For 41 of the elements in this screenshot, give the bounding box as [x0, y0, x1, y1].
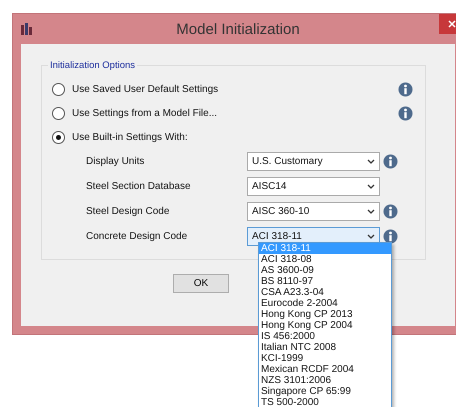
- dropdown-item[interactable]: Hong Kong CP 2004: [259, 320, 391, 331]
- dropdown-item[interactable]: KCI-1999: [259, 353, 391, 364]
- info-icon[interactable]: [398, 106, 413, 120]
- dropdown-item[interactable]: BS 8110-97: [259, 276, 391, 287]
- dropdown-item[interactable]: Italian NTC 2008: [259, 342, 391, 353]
- radio-button[interactable]: [52, 106, 65, 120]
- caret-icon: [367, 234, 375, 239]
- window-title: Model Initialization: [175, 20, 301, 38]
- dropdown-item[interactable]: Singapore CP 65:99: [259, 386, 391, 397]
- dropdown-item[interactable]: TS 500-2000: [259, 397, 391, 407]
- setting-label: Steel Design Code: [86, 206, 170, 217]
- radio-button[interactable]: [52, 130, 65, 144]
- option-label: Use Saved User Default Settings: [72, 84, 220, 94]
- info-icon[interactable]: [383, 154, 398, 169]
- info-icon[interactable]: [398, 82, 413, 96]
- setting-label: Display Units: [86, 156, 146, 167]
- info-icon[interactable]: [383, 204, 398, 219]
- radio-button[interactable]: [52, 82, 65, 96]
- dropdown-field[interactable]: U.S. Customary: [247, 152, 380, 171]
- dropdown-field[interactable]: AISC 360-10: [247, 202, 380, 221]
- setting-label: Concrete Design Code: [86, 231, 188, 242]
- close-icon: [448, 20, 456, 28]
- dropdown-item[interactable]: Eurocode 2-2004: [259, 298, 391, 309]
- caret-icon: [367, 209, 375, 214]
- dropdown-field[interactable]: AISC14: [247, 177, 380, 196]
- dropdown-item[interactable]: AS 3600-09: [259, 265, 391, 276]
- setting-label: Steel Section Database: [86, 181, 192, 192]
- info-icon[interactable]: [383, 229, 398, 244]
- caret-icon: [367, 159, 375, 164]
- caret-icon: [367, 184, 375, 189]
- group-title: Initialization Options: [49, 60, 136, 71]
- option-label: Use Built-in Settings With:: [72, 132, 189, 142]
- dropdown-item[interactable]: IS 456:2000: [259, 331, 391, 342]
- dropdown-item[interactable]: NZS 3101:2006: [259, 375, 391, 386]
- app-icon: [21, 23, 33, 35]
- ok-button[interactable]: OK: [173, 274, 229, 293]
- option-label: Use Settings from a Model File...: [72, 108, 218, 118]
- dropdown-item[interactable]: Hong Kong CP 2013: [259, 309, 391, 320]
- dropdown-item[interactable]: Mexican RCDF 2004: [259, 364, 391, 375]
- dropdown-item[interactable]: CSA A23.3-04: [259, 287, 391, 298]
- dropdown-item[interactable]: ACI 318-08: [259, 254, 391, 265]
